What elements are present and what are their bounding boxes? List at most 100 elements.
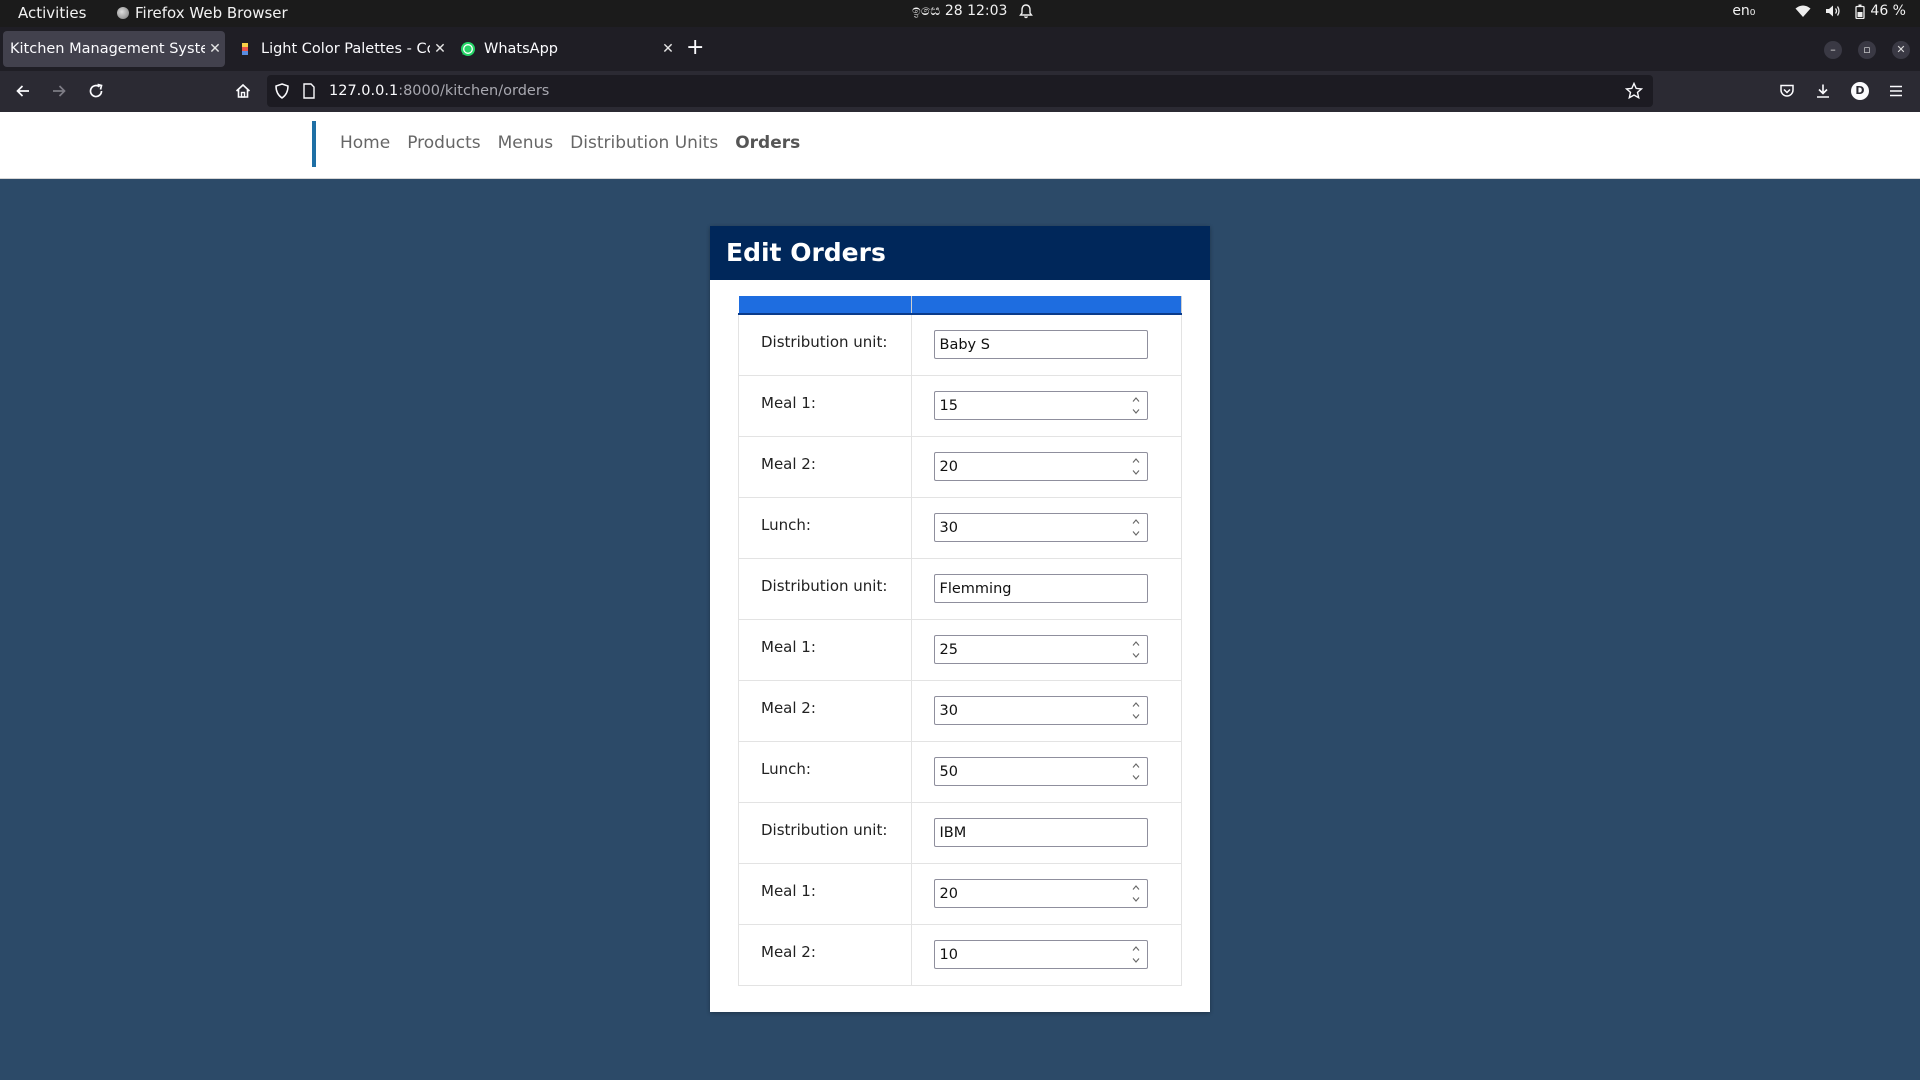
app-name: Firefox Web Browser — [135, 4, 288, 22]
quantity-number-input[interactable]: 25 — [933, 635, 1148, 664]
restore-window-button[interactable]: ▫ — [1858, 41, 1876, 59]
table-row: Meal 2: 30 — [738, 680, 1182, 742]
field-label: Lunch: — [761, 515, 811, 534]
hamburger-menu-icon[interactable] — [1888, 83, 1904, 99]
tab-light-color-palettes[interactable]: Light Color Palettes - Col ✕ — [229, 31, 450, 67]
input-value: Baby S — [939, 336, 990, 353]
spinner-arrows-icon[interactable] — [1131, 458, 1141, 475]
system-top-bar: Activities Firefox Web Browser ඉසෙ 28 12… — [0, 0, 1920, 27]
input-value: IBM — [939, 824, 967, 841]
tab-whatsapp[interactable]: WhatsApp ✕ — [452, 31, 678, 67]
close-icon[interactable]: ✕ — [430, 41, 450, 57]
distribution-unit-input[interactable]: Baby S — [933, 330, 1148, 360]
page-icon[interactable] — [303, 83, 315, 99]
close-window-button[interactable]: ✕ — [1892, 41, 1910, 59]
table-header-cell — [738, 296, 912, 315]
shield-icon[interactable] — [275, 83, 289, 99]
url-host: 127.0.0.1 — [329, 83, 399, 99]
navbar-accent-bar — [312, 121, 316, 167]
row-label-cell: Meal 2: — [738, 924, 912, 986]
reload-icon[interactable] — [88, 83, 104, 99]
nav-link-orders[interactable]: Orders — [735, 133, 800, 153]
row-field-cell: 10 — [911, 924, 1182, 986]
forward-icon[interactable] — [51, 83, 67, 99]
account-avatar-icon[interactable]: D — [1851, 82, 1869, 100]
volume-icon — [1826, 5, 1841, 17]
url-bar[interactable]: 127.0.0.1:8000/kitchen/orders — [267, 75, 1653, 107]
close-icon[interactable]: ✕ — [205, 41, 225, 57]
input-value: 20 — [939, 885, 958, 902]
nav-link-distribution-units[interactable]: Distribution Units — [570, 133, 718, 153]
quantity-number-input[interactable]: 30 — [933, 513, 1148, 542]
row-field-cell: 50 — [911, 741, 1182, 803]
field-label: Distribution unit: — [761, 576, 888, 595]
browser-toolbar: 127.0.0.1:8000/kitchen/orders D — [0, 71, 1920, 112]
spinner-arrows-icon[interactable] — [1131, 641, 1141, 658]
spinner-arrows-icon[interactable] — [1131, 519, 1141, 536]
distribution-unit-input[interactable]: IBM — [933, 818, 1148, 847]
table-row: Lunch: 50 — [738, 741, 1182, 803]
input-value: 50 — [939, 763, 958, 780]
back-icon[interactable] — [15, 83, 31, 99]
table-row: Meal 1: 20 — [738, 863, 1182, 925]
row-field-cell: 15 — [911, 375, 1182, 437]
field-label: Meal 2: — [761, 942, 816, 961]
row-field-cell: IBM — [911, 802, 1182, 864]
quantity-number-input[interactable]: 50 — [933, 757, 1148, 786]
row-label-cell: Distribution unit: — [738, 314, 912, 376]
minimize-window-button[interactable]: – — [1824, 41, 1842, 59]
battery-percentage: 46 % — [1870, 3, 1906, 19]
activities-button[interactable]: Activities — [18, 4, 86, 22]
nav-link-products[interactable]: Products — [407, 133, 480, 153]
url-text[interactable]: 127.0.0.1:8000/kitchen/orders — [329, 83, 549, 99]
input-value: 20 — [939, 458, 958, 475]
row-field-cell: 20 — [911, 863, 1182, 925]
table-row: Meal 1: 15 — [738, 375, 1182, 437]
nav-link-menus[interactable]: Menus — [498, 133, 554, 153]
spinner-arrows-icon[interactable] — [1131, 702, 1141, 719]
row-label-cell: Distribution unit: — [738, 558, 912, 620]
tab-title: Kitchen Management System — [10, 41, 205, 57]
row-field-cell: 20 — [911, 436, 1182, 498]
quantity-number-input[interactable]: 10 — [933, 940, 1148, 969]
quantity-number-input[interactable]: 30 — [933, 696, 1148, 725]
language-indicator[interactable]: en₀ — [1732, 3, 1755, 19]
spinner-arrows-icon[interactable] — [1131, 885, 1141, 902]
system-tray[interactable]: en₀ 46 % — [1732, 3, 1906, 19]
input-value: 25 — [939, 641, 958, 658]
field-label: Distribution unit: — [761, 332, 888, 351]
app-menu[interactable]: Firefox Web Browser — [117, 4, 288, 22]
firefox-icon — [117, 7, 129, 19]
row-field-cell: 30 — [911, 497, 1182, 559]
whatsapp-icon — [461, 42, 475, 56]
new-tab-button[interactable]: + — [686, 37, 704, 59]
quantity-number-input[interactable]: 15 — [933, 391, 1148, 420]
spinner-arrows-icon[interactable] — [1131, 946, 1141, 963]
spinner-arrows-icon[interactable] — [1131, 397, 1141, 414]
row-field-cell: 25 — [911, 619, 1182, 681]
spinner-arrows-icon[interactable] — [1131, 763, 1141, 780]
orders-table-scroll[interactable]: Distribution unit: Baby S Meal 1: 15 Meal 2:… — [738, 296, 1182, 996]
table-header-row — [738, 296, 1182, 315]
close-icon[interactable]: ✕ — [658, 41, 678, 57]
downloads-icon[interactable] — [1815, 83, 1831, 99]
home-icon[interactable] — [235, 83, 251, 99]
input-value: 15 — [939, 397, 958, 414]
quantity-number-input[interactable]: 20 — [933, 879, 1148, 908]
distribution-unit-input[interactable]: Flemming — [933, 574, 1148, 603]
bookmark-star-icon[interactable] — [1625, 82, 1643, 100]
tab-strip: Kitchen Management System ✕ Light Color … — [0, 27, 1920, 71]
table-row: Meal 2: 20 — [738, 436, 1182, 498]
row-label-cell: Distribution unit: — [738, 802, 912, 864]
nav-link-home[interactable]: Home — [340, 133, 390, 153]
clock-text: ඉසෙ 28 12:03 — [912, 3, 1008, 19]
tab-kitchen-management[interactable]: Kitchen Management System ✕ — [3, 31, 225, 67]
quantity-number-input[interactable]: 20 — [933, 452, 1148, 481]
input-value: 10 — [939, 946, 958, 963]
input-value: Flemming — [939, 580, 1012, 597]
table-row: Lunch: 30 — [738, 497, 1182, 559]
row-label-cell: Meal 1: — [738, 375, 912, 437]
clock[interactable]: ඉසෙ 28 12:03 — [912, 3, 1034, 19]
pocket-icon[interactable] — [1779, 83, 1795, 99]
table-row: Distribution unit: Flemming — [738, 558, 1182, 620]
